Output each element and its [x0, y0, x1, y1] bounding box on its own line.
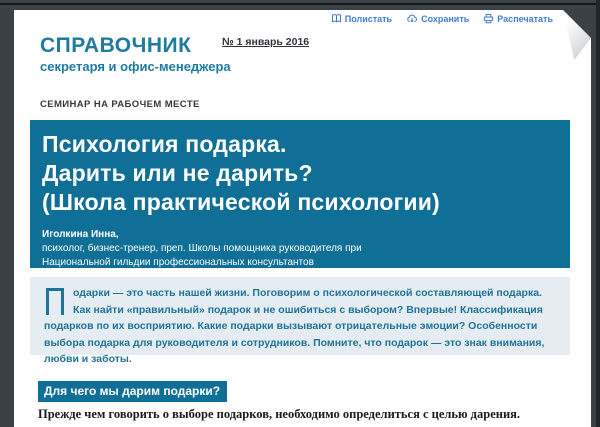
- issue-link[interactable]: № 1 январь 2016: [222, 36, 309, 48]
- article-title-line2: Дарить или не дарить?: [42, 159, 558, 188]
- lead-paragraph: П одарки — это часть нашей жизни. Погово…: [30, 277, 570, 355]
- browse-button-label: Полистать: [345, 14, 392, 24]
- desk-background: Полистать Сохранить: [0, 0, 600, 427]
- save-button-label: Сохранить: [421, 14, 469, 24]
- print-button[interactable]: Распечатать: [483, 13, 553, 24]
- article-body: Прежде чем говорить о выборе подарков, н…: [38, 405, 563, 427]
- magazine-logo[interactable]: СПРАВОЧНИК секретаря и офис-менеджера: [40, 34, 231, 74]
- page-corner-fold: [563, 10, 591, 60]
- page-toolbar: Полистать Сохранить: [331, 13, 553, 24]
- logo-title: СПРАВОЧНИК: [40, 34, 231, 58]
- logo-subtitle: секретаря и офис-менеджера: [40, 59, 231, 74]
- printer-icon: [483, 13, 494, 24]
- browse-button[interactable]: Полистать: [331, 13, 392, 24]
- body-paragraph-1: Прежде чем говорить о выборе подарков, н…: [38, 405, 563, 424]
- article-title-line1: Психология подарка.: [42, 130, 558, 159]
- section-heading: Для чего мы дарим подарки?: [38, 381, 227, 402]
- author-name: Иголкина Инна,: [42, 228, 558, 242]
- magazine-page: Полистать Сохранить: [14, 10, 591, 427]
- cloud-download-icon: [406, 13, 418, 24]
- dropcap-letter: П: [46, 288, 64, 315]
- author-description: психолог, бизнес-тренер, преп. Школы пом…: [42, 242, 392, 270]
- author-block: Иголкина Инна, психолог, бизнес-тренер, …: [42, 228, 558, 270]
- article-title-line3: (Школа практической психологии): [42, 188, 558, 217]
- right-edge-strip: [596, 0, 600, 427]
- print-button-label: Распечатать: [497, 14, 553, 24]
- open-book-icon: [331, 13, 342, 24]
- lead-text: одарки — это часть нашей жизни. Поговори…: [44, 287, 544, 365]
- article-title: Психология подарка. Дарить или не дарить…: [42, 130, 558, 217]
- article-kicker: СЕМИНАР НА РАБОЧЕМ МЕСТЕ: [40, 99, 200, 110]
- save-button[interactable]: Сохранить: [406, 13, 469, 24]
- article-header-banner: Психология подарка. Дарить или не дарить…: [30, 120, 570, 268]
- top-divider-line: [0, 3, 600, 5]
